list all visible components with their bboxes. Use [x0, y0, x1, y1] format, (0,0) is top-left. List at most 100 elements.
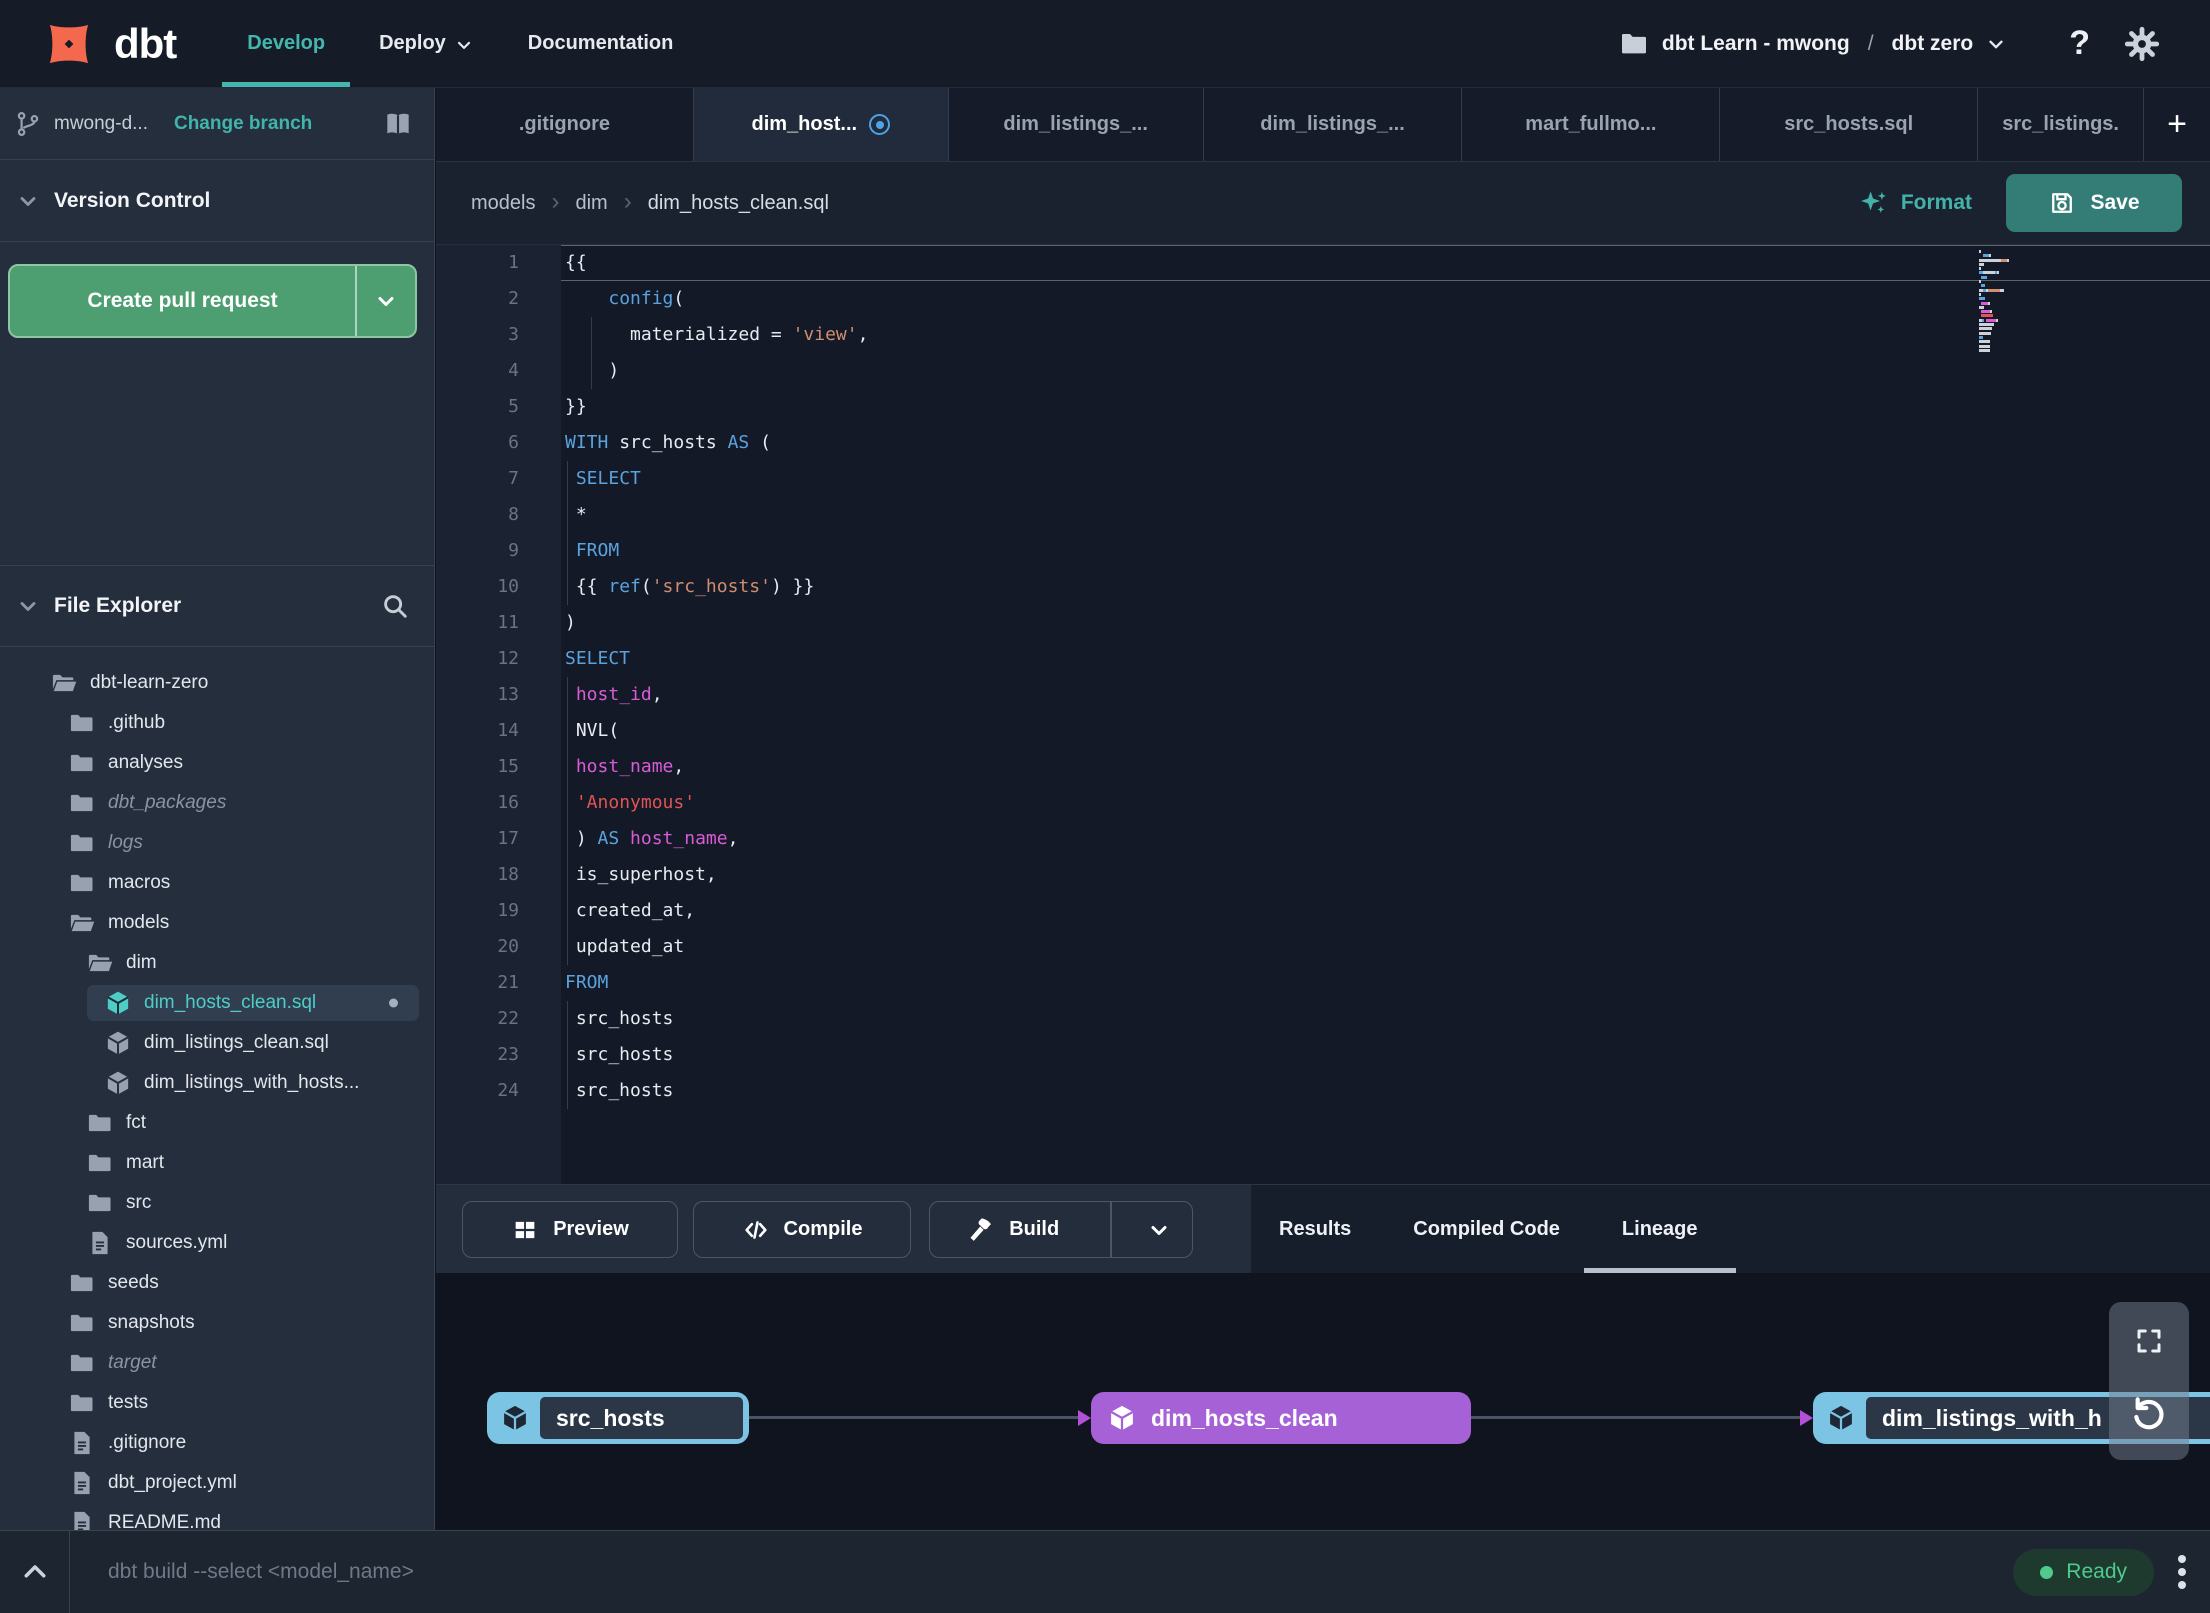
dbt-logo[interactable]: dbt — [0, 13, 177, 75]
lineage-node-src_hosts[interactable]: src_hosts — [487, 1392, 749, 1444]
docs-book-icon[interactable] — [382, 108, 414, 140]
editor-tab[interactable]: dim_listings_... — [1204, 88, 1463, 161]
nav-item-deploy[interactable]: Deploy — [352, 0, 501, 87]
file-explorer-header[interactable]: File Explorer — [0, 565, 434, 647]
code-line[interactable]: SELECT — [561, 641, 2210, 677]
fullscreen-icon[interactable] — [2134, 1326, 2164, 1356]
file-tree-item[interactable]: macros — [0, 863, 434, 903]
file-tree-item[interactable]: models — [0, 903, 434, 943]
lineage-canvas[interactable]: src_hosts dim_hosts_clean dim_listings_wit… — [436, 1273, 2210, 1530]
file-tree-label: .gitignore — [108, 1432, 187, 1453]
pull-request-menu-button[interactable] — [357, 266, 415, 336]
create-pull-request-button[interactable]: Create pull request — [8, 264, 417, 338]
code-lines[interactable]: {{ config( materialized = 'view', )}} WIT… — [561, 245, 2210, 1184]
tab-lineage[interactable]: Lineage — [1584, 1185, 1735, 1273]
tab-results[interactable]: Results — [1279, 1185, 1351, 1273]
code-line[interactable]: materialized = 'view', — [561, 317, 2210, 353]
code-line[interactable]: {{ — [561, 245, 2210, 281]
project-picker[interactable]: dbt Learn - mwong / dbt zero — [1618, 28, 2007, 60]
change-branch-link[interactable]: Change branch — [174, 113, 312, 135]
code-line[interactable]: ) AS host_name, — [561, 821, 2210, 857]
code-line[interactable]: updated_at — [561, 929, 2210, 965]
code-line[interactable]: }} — [561, 389, 2210, 425]
primary-nav: Develop Deploy Documentation — [220, 0, 700, 87]
editor-tab[interactable]: dim_host... — [693, 88, 949, 161]
file-tree-item[interactable]: dbt_packages — [0, 783, 434, 823]
build-menu-button[interactable] — [1126, 1218, 1192, 1242]
file-tree-item[interactable]: sources.yml — [0, 1223, 434, 1263]
file-tree-item[interactable]: analyses — [0, 743, 434, 783]
editor-tab[interactable]: mart_fullmo... — [1462, 88, 1721, 161]
file-tree-item[interactable]: mart — [0, 1143, 434, 1183]
button-divider — [1110, 1202, 1112, 1257]
code-line[interactable]: FROM — [561, 533, 2210, 569]
code-line[interactable]: * — [561, 497, 2210, 533]
file-tree-item[interactable]: dim_listings_with_hosts... — [0, 1063, 434, 1103]
kebab-menu-icon[interactable] — [2178, 1555, 2186, 1589]
folder-icon — [70, 1314, 93, 1332]
command-input[interactable]: dbt build --select <model_name> — [70, 1560, 2013, 1584]
file-tree-item[interactable]: dbt_project.yml — [0, 1463, 434, 1503]
file-tree-item[interactable]: dbt-learn-zero — [0, 663, 434, 703]
code-line[interactable]: NVL( — [561, 713, 2210, 749]
panel-toggle-button[interactable] — [0, 1531, 70, 1613]
minimap[interactable] — [1979, 250, 2037, 353]
code-line[interactable]: ) — [561, 605, 2210, 641]
save-button[interactable]: Save — [2006, 174, 2182, 232]
file-tree-item[interactable]: tests — [0, 1383, 434, 1423]
file-tree-item[interactable]: dim — [0, 943, 434, 983]
lineage-node-dim_hosts_clean[interactable]: dim_hosts_clean — [1091, 1392, 1471, 1444]
editor-tab[interactable]: src_listings. — [1978, 88, 2145, 161]
code-line[interactable]: src_hosts — [561, 1001, 2210, 1037]
compile-button[interactable]: Compile — [693, 1201, 911, 1258]
preview-label: Preview — [553, 1218, 629, 1240]
file-tree-item[interactable]: src — [0, 1183, 434, 1223]
file-tree-label: snapshots — [108, 1312, 195, 1333]
preview-button[interactable]: Preview — [462, 1201, 678, 1258]
status-badge[interactable]: Ready — [2013, 1548, 2154, 1596]
build-button[interactable]: Build — [929, 1201, 1193, 1258]
format-button[interactable]: Format — [1859, 188, 1972, 218]
folder-open-icon — [70, 914, 95, 932]
code-line[interactable]: 'Anonymous' — [561, 785, 2210, 821]
editor-tab[interactable]: src_hosts.sql — [1720, 88, 1979, 161]
file-tree-item[interactable]: seeds — [0, 1263, 434, 1303]
file-tree-item[interactable]: target — [0, 1343, 434, 1383]
code-line[interactable]: config( — [561, 281, 2210, 317]
file-tree-item[interactable]: dim_listings_clean.sql — [0, 1023, 434, 1063]
file-tree-item[interactable]: .github — [0, 703, 434, 743]
new-tab-button[interactable]: + — [2144, 88, 2210, 161]
help-button[interactable]: ? — [2069, 24, 2090, 63]
build-main[interactable]: Build — [930, 1216, 1096, 1244]
code-line[interactable]: created_at, — [561, 893, 2210, 929]
code-line[interactable]: host_id, — [561, 677, 2210, 713]
gear-icon[interactable] — [2124, 26, 2160, 62]
nav-item-documentation[interactable]: Documentation — [501, 0, 701, 87]
editor-tab[interactable]: dim_listings_... — [949, 88, 1204, 161]
code-line[interactable]: ) — [561, 353, 2210, 389]
file-tree-item[interactable]: .gitignore — [0, 1423, 434, 1463]
editor-tab[interactable]: .gitignore — [436, 88, 694, 161]
code-line[interactable]: is_superhost, — [561, 857, 2210, 893]
code-line[interactable]: src_hosts — [561, 1073, 2210, 1109]
file-tree-item[interactable]: dim_hosts_clean.sql — [0, 983, 434, 1023]
code-line[interactable]: host_name, — [561, 749, 2210, 785]
refresh-icon[interactable] — [2129, 1394, 2169, 1434]
file-tree-label: dbt_packages — [108, 792, 227, 813]
search-icon[interactable] — [380, 591, 410, 621]
nav-item-develop[interactable]: Develop — [220, 0, 352, 87]
version-control-header[interactable]: Version Control — [0, 160, 434, 242]
file-tree-item[interactable]: logs — [0, 823, 434, 863]
file-tree-item[interactable]: README.md — [0, 1503, 434, 1530]
file-tree-item[interactable]: fct — [0, 1103, 434, 1143]
file-tree-item[interactable]: snapshots — [0, 1303, 434, 1343]
project-separator: / — [1867, 31, 1874, 55]
tab-compiled-code[interactable]: Compiled Code — [1413, 1185, 1560, 1273]
code-line[interactable]: FROM — [561, 965, 2210, 1001]
code-line[interactable]: src_hosts — [561, 1037, 2210, 1073]
code-line[interactable]: SELECT — [561, 461, 2210, 497]
code-line[interactable]: {{ ref('src_hosts') }} — [561, 569, 2210, 605]
file-icon — [74, 1431, 90, 1455]
code-editor[interactable]: 1 2 3 4 5 6 7 8 9 10 11 12 13 14 15 16 17 18 19 20 21 22 23 24 … — [436, 245, 2210, 1184]
code-line[interactable]: WITH src_hosts AS ( — [561, 425, 2210, 461]
